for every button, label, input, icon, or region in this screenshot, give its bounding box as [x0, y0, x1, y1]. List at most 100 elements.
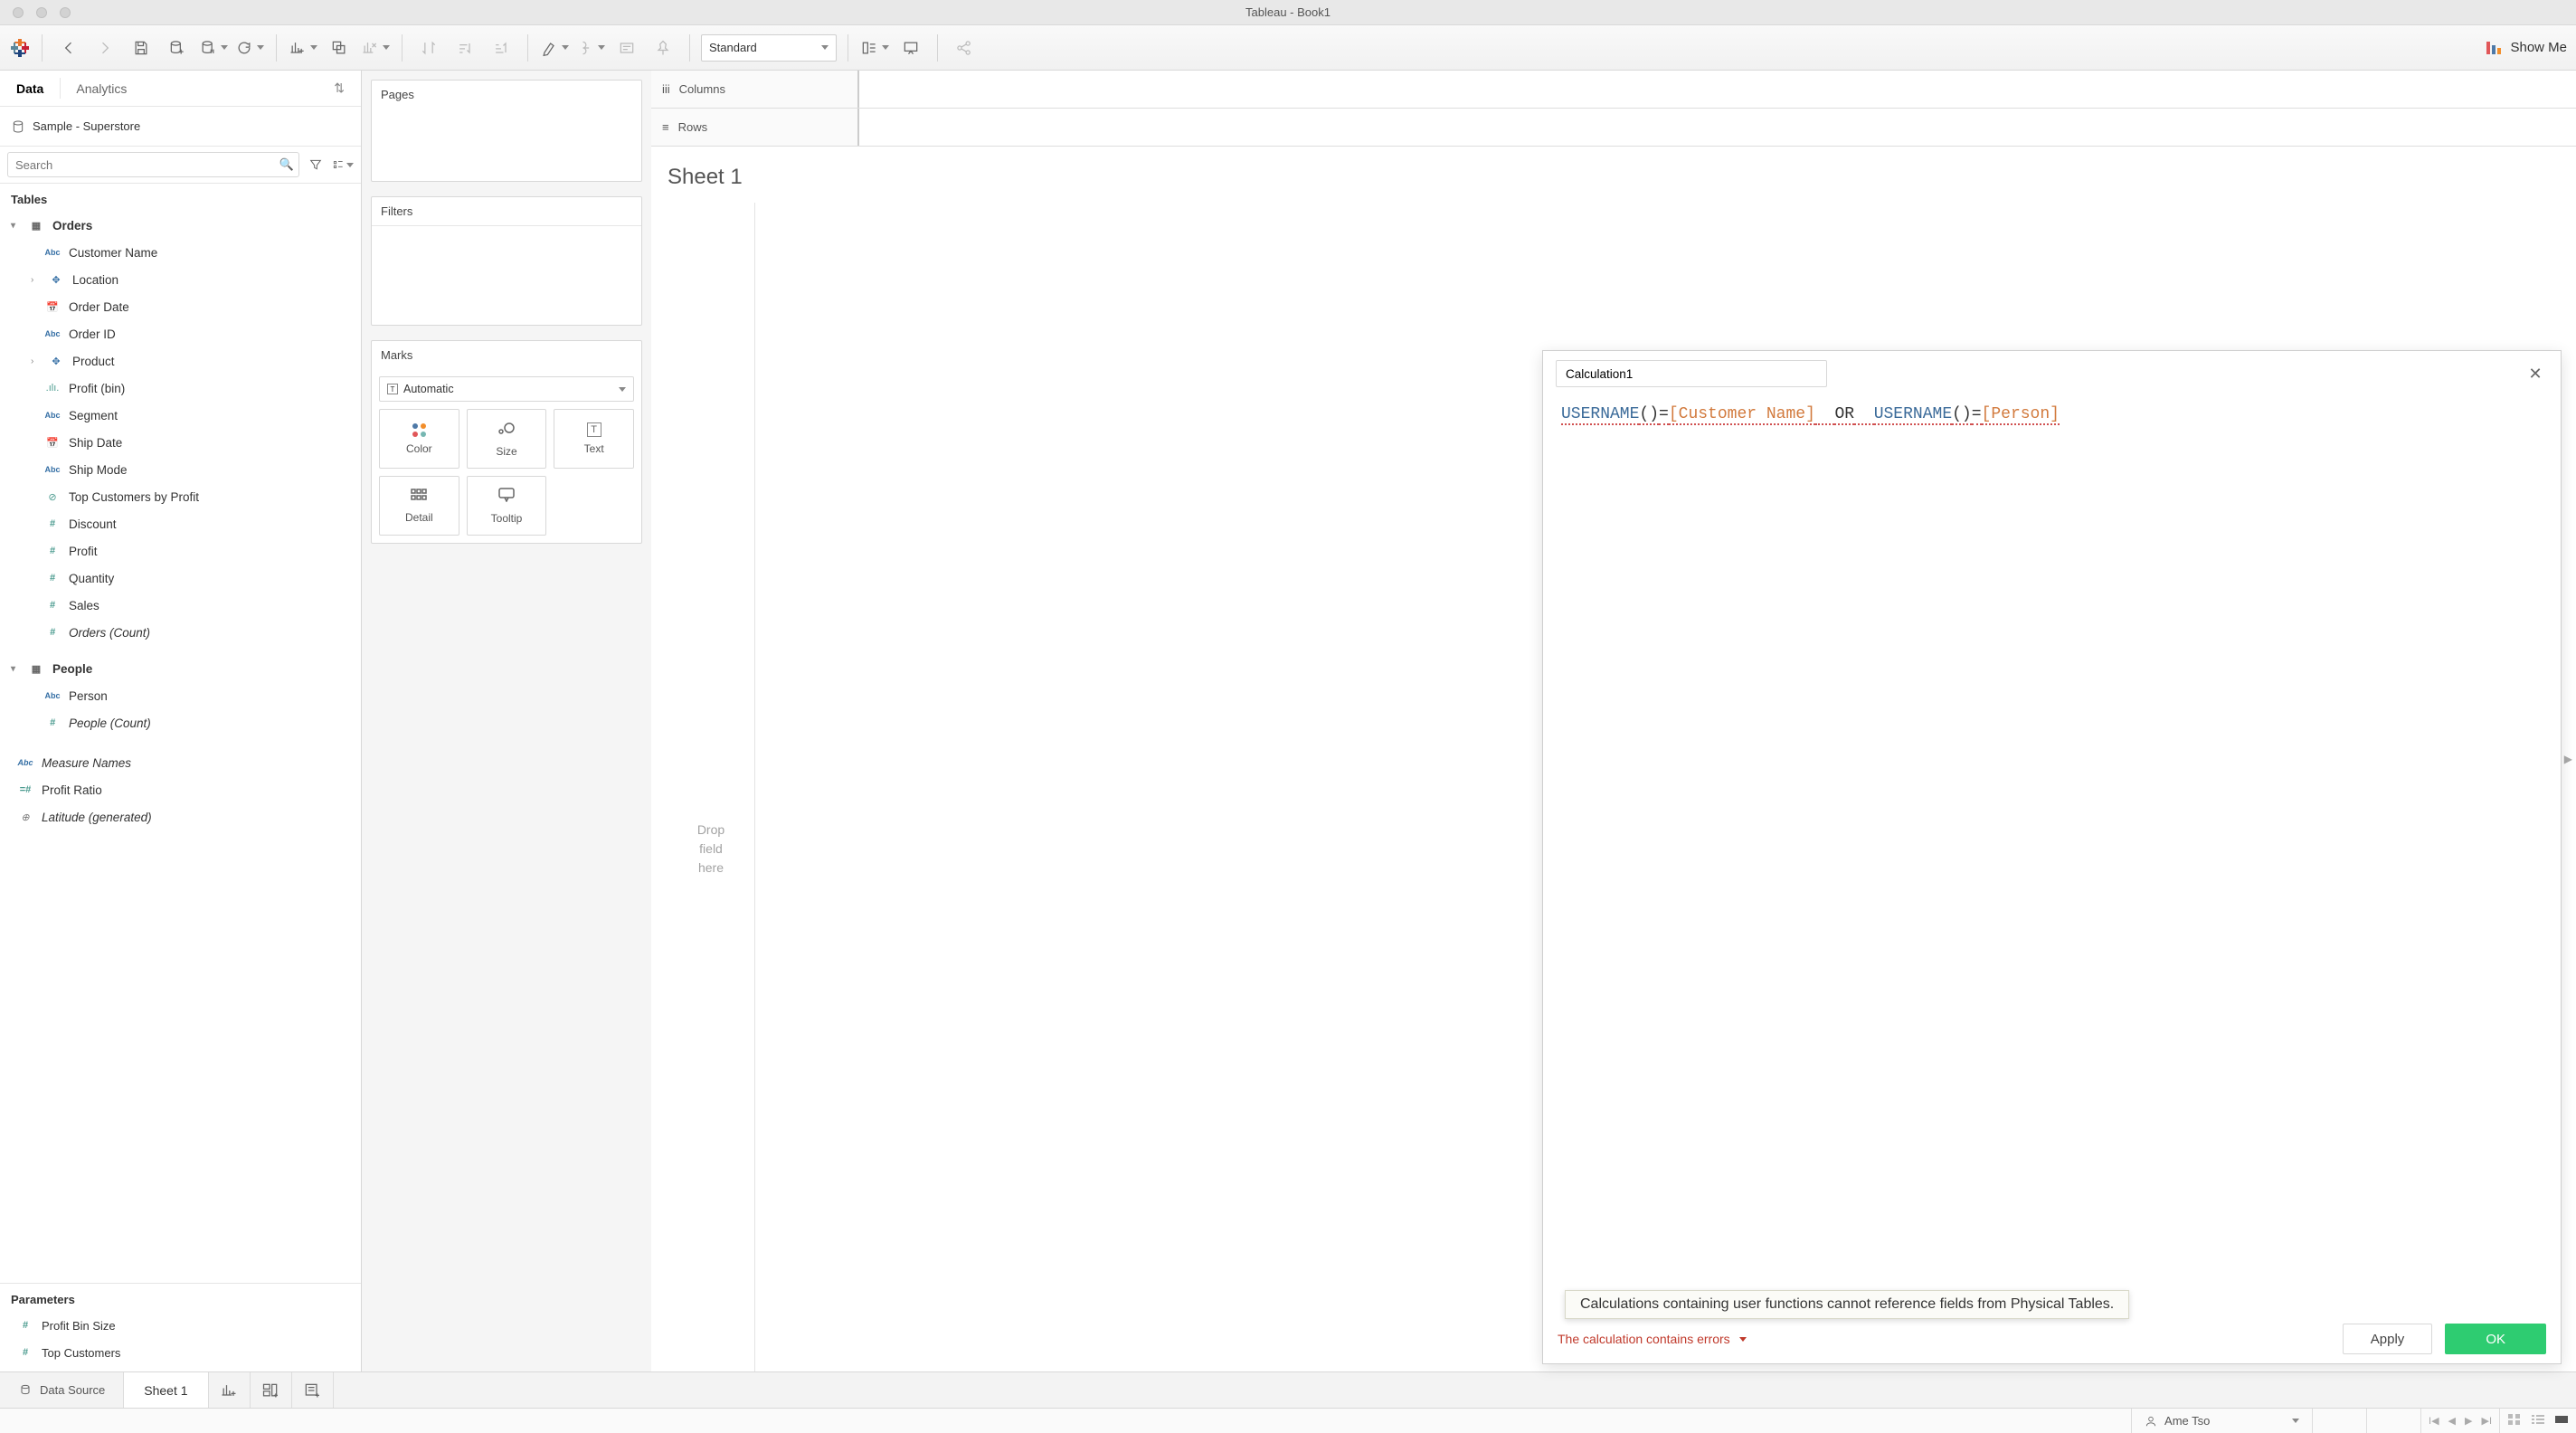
calculation-name-input[interactable] [1556, 360, 1827, 387]
tab-data[interactable]: Data [0, 71, 60, 106]
ok-button[interactable]: OK [2445, 1324, 2546, 1354]
pause-auto-updates-button[interactable] [198, 33, 229, 63]
new-data-source-button[interactable] [162, 33, 193, 63]
highlight-button[interactable] [539, 33, 570, 63]
calculation-editor-dialog: ✕ USERNAME()=[Customer Name] OR USERNAME… [1542, 350, 2562, 1364]
label: Order ID [69, 327, 116, 341]
calculation-formula-editor[interactable]: USERNAME()=[Customer Name] OR USERNAME()… [1543, 396, 2561, 1314]
param-top-customers[interactable]: #Top Customers [0, 1339, 361, 1366]
field-people-count[interactable]: #People (Count) [0, 709, 361, 736]
forward-button[interactable] [90, 33, 120, 63]
window-title: Tableau - Book1 [1245, 5, 1331, 19]
field-latitude[interactable]: ⊕Latitude (generated) [0, 803, 361, 830]
field-profit-bin[interactable]: .ılı.Profit (bin) [0, 375, 361, 402]
new-worksheet-button[interactable] [288, 33, 318, 63]
presentation-mode-button[interactable] [895, 33, 926, 63]
label: Person [69, 689, 108, 703]
pages-shelf[interactable]: Pages [371, 80, 642, 182]
fit-dropdown[interactable]: Standard [701, 34, 837, 62]
field-orders-count[interactable]: #Orders (Count) [0, 619, 361, 646]
marks-size-button[interactable]: Size [467, 409, 547, 469]
group-button[interactable] [575, 33, 606, 63]
new-dashboard-tab[interactable] [251, 1372, 292, 1408]
show-hide-cards-button[interactable] [859, 33, 890, 63]
filmstrip-view-icon[interactable] [2554, 1413, 2569, 1428]
field-discount[interactable]: #Discount [0, 510, 361, 537]
current-user-dropdown[interactable]: Ame Tso [2131, 1409, 2312, 1433]
chevron-down-icon [221, 45, 228, 50]
field-profit-ratio[interactable]: =#Profit Ratio [0, 776, 361, 803]
field-profit[interactable]: #Profit [0, 537, 361, 565]
show-me-button[interactable]: Show Me [2486, 40, 2567, 55]
grid-view-icon[interactable] [2507, 1413, 2522, 1428]
field-quantity[interactable]: #Quantity [0, 565, 361, 592]
show-mark-labels-button[interactable] [611, 33, 642, 63]
expand-icon[interactable]: ▶ [2564, 753, 2572, 765]
minimize-window-icon[interactable] [36, 7, 47, 18]
label: Profit Bin Size [42, 1319, 116, 1333]
marks-text-button[interactable]: T Text [554, 409, 634, 469]
close-button[interactable]: ✕ [2523, 361, 2548, 386]
marks-color-button[interactable]: Color [379, 409, 459, 469]
filter-icon[interactable] [305, 154, 327, 176]
search-field[interactable]: 🔍 [7, 152, 299, 177]
param-profit-bin-size[interactable]: #Profit Bin Size [0, 1312, 361, 1339]
field-location[interactable]: ›✥Location [0, 266, 361, 293]
list-view-icon[interactable] [2531, 1413, 2545, 1428]
back-button[interactable] [53, 33, 84, 63]
refresh-button[interactable] [234, 33, 265, 63]
share-button[interactable] [949, 33, 980, 63]
swap-rows-columns-button[interactable] [413, 33, 444, 63]
field-sales[interactable]: #Sales [0, 592, 361, 619]
next-sheet-icon[interactable]: ▶ [2465, 1415, 2472, 1427]
save-button[interactable] [126, 33, 156, 63]
calculation-error-message[interactable]: The calculation contains errors [1558, 1332, 1747, 1346]
field-order-date[interactable]: 📅Order Date [0, 293, 361, 320]
field-order-id[interactable]: AbcOrder ID [0, 320, 361, 347]
new-story-tab[interactable] [292, 1372, 334, 1408]
field-customer-name[interactable]: AbcCustomer Name [0, 239, 361, 266]
table-people[interactable]: ▾▦People [0, 655, 361, 682]
columns-shelf[interactable]: iiiColumns [651, 71, 2576, 109]
data-connection[interactable]: Sample - Superstore [0, 107, 361, 147]
new-worksheet-tab[interactable] [209, 1372, 251, 1408]
sort-desc-button[interactable] [486, 33, 516, 63]
search-input[interactable] [7, 152, 299, 177]
apply-button[interactable]: Apply [2343, 1324, 2433, 1354]
clear-sheet-button[interactable] [360, 33, 391, 63]
first-sheet-icon[interactable]: I◀ [2429, 1415, 2439, 1427]
mark-type-dropdown[interactable]: TAutomatic [379, 376, 634, 402]
field-ship-date[interactable]: 📅Ship Date [0, 429, 361, 456]
updown-icon[interactable]: ⇅ [334, 81, 345, 96]
field-product[interactable]: ›✥Product [0, 347, 361, 375]
show-me-label: Show Me [2510, 40, 2567, 55]
field-measure-names[interactable]: AbcMeasure Names [0, 749, 361, 776]
view-mode-icon[interactable] [332, 154, 354, 176]
sheet-title[interactable]: Sheet 1 [668, 165, 743, 190]
rows-shelf[interactable]: ≡Rows [651, 109, 2576, 147]
search-icon: 🔍 [279, 157, 294, 172]
field-person[interactable]: AbcPerson [0, 682, 361, 709]
filters-shelf[interactable]: Filters [371, 196, 642, 326]
field-ship-mode[interactable]: AbcShip Mode [0, 456, 361, 483]
tab-analytics[interactable]: Analytics ⇅ [60, 71, 361, 106]
table-orders[interactable]: ▾▦Orders [0, 212, 361, 239]
data-pane: Data Analytics ⇅ Sample - Superstore 🔍 T… [0, 71, 362, 1371]
last-sheet-icon[interactable]: ▶I [2481, 1415, 2492, 1427]
label: Profit [69, 545, 98, 558]
field-top-customers-by-profit[interactable]: ⊘Top Customers by Profit [0, 483, 361, 510]
marks-tooltip-button[interactable]: Tooltip [467, 476, 547, 536]
window-controls [0, 7, 71, 18]
pin-button[interactable] [648, 33, 678, 63]
prev-sheet-icon[interactable]: ◀ [2448, 1415, 2456, 1427]
zoom-window-icon[interactable] [60, 7, 71, 18]
close-window-icon[interactable] [13, 7, 24, 18]
duplicate-sheet-button[interactable] [324, 33, 355, 63]
field-segment[interactable]: AbcSegment [0, 402, 361, 429]
sheet-tab-1[interactable]: Sheet 1 [124, 1372, 208, 1408]
marks-detail-button[interactable]: Detail [379, 476, 459, 536]
canvas[interactable]: Sheet 1 Drop field here ▶ ✕ USERNAME()=[… [651, 147, 2576, 1371]
data-source-tab[interactable]: Data Source [0, 1372, 124, 1408]
sort-asc-button[interactable] [450, 33, 480, 63]
parens: () [1639, 405, 1659, 425]
